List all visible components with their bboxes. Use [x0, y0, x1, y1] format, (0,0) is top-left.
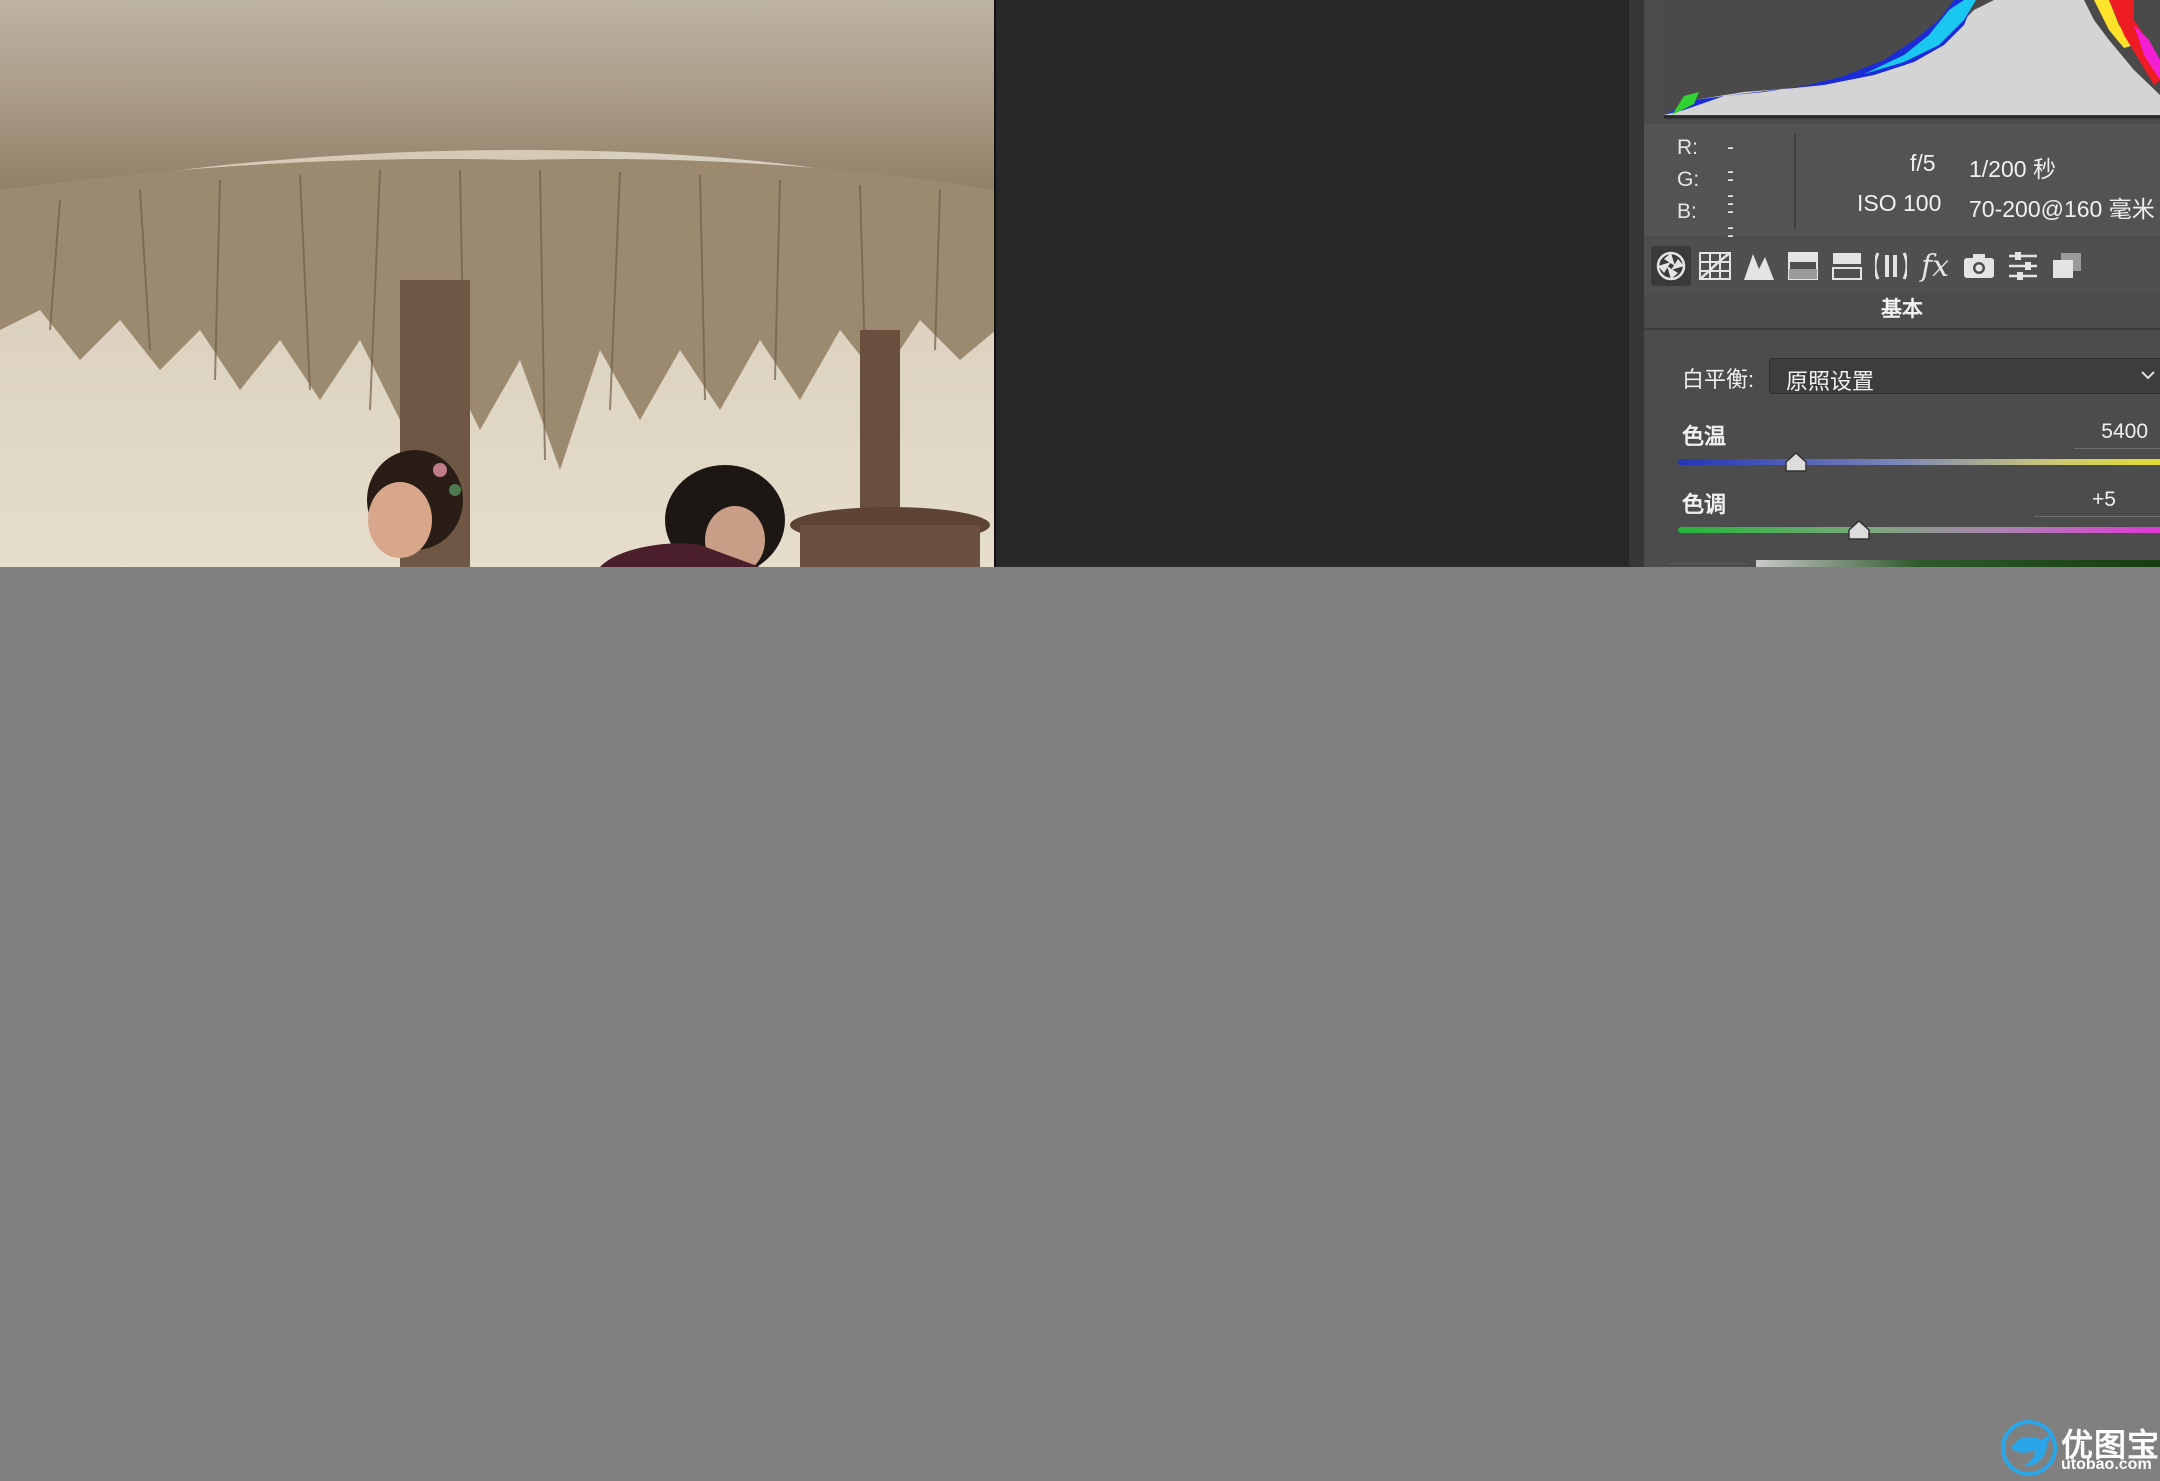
temperature-value[interactable]: 5400	[2056, 420, 2148, 444]
lens-value: 70-200@160 毫米	[1969, 196, 2155, 222]
canvas-background	[996, 0, 1629, 567]
next-slider-hint	[1668, 563, 1748, 564]
tone-curve-icon[interactable]	[1695, 246, 1735, 286]
effects-icon[interactable]: fx	[1915, 246, 1955, 286]
g-readout: G: ---	[1677, 168, 1734, 239]
white-balance-select[interactable]: 原照设置	[1769, 358, 2160, 394]
r-readout: R: ---	[1677, 136, 1734, 207]
hsl-icon[interactable]	[1783, 246, 1823, 286]
photo-image	[0, 0, 994, 567]
tint-slider-track[interactable]	[1678, 527, 2160, 533]
white-balance-label: 白平衡:	[1682, 367, 1755, 392]
temperature-slider-track[interactable]	[1678, 459, 2160, 465]
lens-corrections-icon[interactable]	[1871, 246, 1911, 286]
next-slider-gradient	[1756, 560, 2160, 567]
raw-editor-window: R: --- G: --- B: --- f/5 1/200 秒 ISO 100…	[0, 0, 2160, 567]
tint-slider-thumb[interactable]	[1847, 520, 1871, 540]
rgb-readout: R: --- G: --- B: --- f/5 1/200 秒 ISO 100…	[1644, 124, 2160, 271]
g-label: G:	[1677, 168, 1700, 191]
b-label: B:	[1677, 200, 1697, 223]
snapshots-icon[interactable]	[2047, 246, 2087, 286]
temperature-slider-thumb[interactable]	[1784, 452, 1808, 472]
split-toning-icon[interactable]	[1827, 246, 1867, 286]
photo-preview[interactable]	[0, 0, 996, 567]
histogram	[1664, 0, 2160, 120]
readout-separator	[1794, 134, 1796, 229]
shutter-value: 1/200 秒	[1969, 156, 2056, 182]
tint-value-underline	[2034, 516, 2160, 517]
detail-icon[interactable]	[1739, 246, 1779, 286]
b-readout: B: ---	[1677, 200, 1734, 271]
section-title: 基本	[1644, 292, 2160, 330]
tint-value[interactable]: +5	[2056, 488, 2116, 512]
bird-logo-icon	[2001, 1420, 2057, 1476]
white-balance-value: 原照设置	[1786, 369, 1875, 394]
watermark-en: utobao.com	[2061, 1456, 2152, 1473]
basic-icon[interactable]	[1651, 246, 1691, 286]
tint-label: 色调	[1682, 492, 1727, 517]
temperature-value-underline	[2074, 448, 2160, 449]
aperture-value: f/5	[1910, 150, 1936, 176]
temperature-label: 色温	[1682, 424, 1727, 449]
chevron-down-icon	[2141, 371, 2155, 380]
panel-divider[interactable]	[1629, 0, 1644, 567]
r-label: R:	[1677, 136, 1698, 159]
panel-tabs: fx	[1644, 240, 2160, 292]
presets-icon[interactable]	[2003, 246, 2043, 286]
adjustment-panel: R: --- G: --- B: --- f/5 1/200 秒 ISO 100…	[1644, 0, 2160, 567]
camera-calibration-icon[interactable]	[1959, 246, 1999, 286]
watermark-logo: 优图宝 utobao.com	[2001, 1418, 2160, 1478]
histogram-graph	[1664, 0, 2160, 119]
iso-value: ISO 100	[1857, 190, 1942, 216]
